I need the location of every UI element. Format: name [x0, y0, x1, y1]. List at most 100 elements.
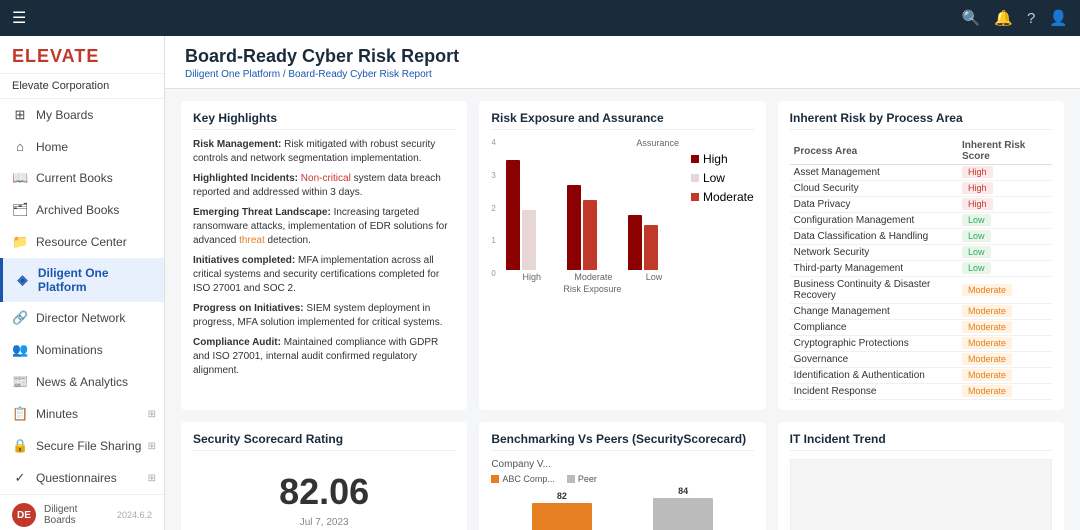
director-network-icon: 🔗	[12, 310, 28, 326]
main-layout: ELEVATE Elevate Corporation ⊞ My Boards …	[0, 36, 1080, 530]
risk-exposure-title: Risk Exposure and Assurance	[491, 111, 753, 130]
bar-high-low	[522, 210, 536, 270]
legend-dot-high	[691, 155, 699, 163]
risk-score-cell: High	[958, 197, 1052, 213]
sidebar-label-director-network: Director Network	[36, 311, 125, 325]
legend-company-label: ABC Comp...	[502, 474, 555, 484]
assurance-label: Assurance	[506, 138, 679, 148]
sidebar-item-minutes[interactable]: 📋 Minutes ⊞	[0, 398, 164, 430]
search-icon[interactable]: 🔍	[962, 9, 981, 27]
top-navigation: ☰ 🔍 🔔 ? 👤	[0, 0, 1080, 36]
risk-area-cell: Data Privacy	[790, 197, 958, 213]
risk-score-cell: Moderate	[958, 320, 1052, 336]
sidebar-label-resource-center: Resource Center	[36, 235, 127, 249]
risk-area-cell: Change Management	[790, 304, 958, 320]
risk-score-cell: Moderate	[958, 304, 1052, 320]
diligent-one-icon: ◈	[15, 272, 30, 288]
sidebar-bottom: DE Diligent Boards 2024.6.2	[0, 494, 164, 530]
x-label-high: High	[522, 272, 541, 282]
sidebar-item-current-books[interactable]: 📖 Current Books	[0, 162, 164, 194]
help-icon[interactable]: ?	[1027, 10, 1035, 27]
risk-area-cell: Network Security	[790, 245, 958, 261]
sidebar-label-questionnaires: Questionnaires	[36, 471, 117, 485]
risk-score-cell: Low	[958, 261, 1052, 277]
risk-score-cell: Low	[958, 245, 1052, 261]
bar-high-high	[506, 160, 520, 270]
chart-bars-area: Assurance	[506, 138, 679, 294]
top-nav-right: 🔍 🔔 ? 👤	[962, 9, 1068, 27]
sidebar-item-news-analytics[interactable]: 📰 News & Analytics	[0, 366, 164, 398]
scorecard-value: 82.06	[193, 471, 455, 513]
sidebar-item-archived-books[interactable]: 🗂 Archived Books	[0, 194, 164, 226]
sidebar-bottom-label: Diligent Boards	[44, 504, 77, 526]
bar-low-mod	[644, 225, 658, 270]
risk-table-row: Data Classification & HandlingLow	[790, 229, 1052, 245]
benchmarking-title: Benchmarking Vs Peers (SecurityScorecard…	[491, 432, 753, 451]
highlight-1: Risk Management: Risk mitigated with rob…	[193, 138, 455, 166]
sidebar-label-minutes: Minutes	[36, 407, 78, 421]
bench-bars-container: 82 84	[491, 488, 753, 530]
risk-table-row: Data PrivacyHigh	[790, 197, 1052, 213]
legend-label-high: High	[703, 152, 728, 166]
sidebar-item-resource-center[interactable]: 📁 Resource Center	[0, 226, 164, 258]
risk-score-cell: Moderate	[958, 352, 1052, 368]
chart-group-low	[628, 215, 679, 270]
risk-table-row: Cloud SecurityHigh	[790, 181, 1052, 197]
legend-label-moderate: Moderate	[703, 190, 754, 204]
bench-group-peer: 84	[633, 486, 734, 530]
sidebar-label-current-books: Current Books	[36, 171, 113, 185]
risk-score-cell: Moderate	[958, 384, 1052, 400]
risk-area-cell: Data Classification & Handling	[790, 229, 958, 245]
risk-area-cell: Cryptographic Protections	[790, 336, 958, 352]
risk-table-row: Asset ManagementHigh	[790, 165, 1052, 181]
bar-mod-high	[567, 185, 581, 270]
report-body: Key Highlights Risk Management: Risk mit…	[165, 89, 1080, 530]
sidebar-label-news-analytics: News & Analytics	[36, 375, 128, 389]
minutes-icon: 📋	[12, 406, 28, 422]
x-axis-label: Risk Exposure	[506, 284, 679, 294]
benchmarking-card: Benchmarking Vs Peers (SecurityScorecard…	[479, 422, 765, 530]
bench-val-company: 82	[557, 491, 567, 501]
sidebar-version: 2024.6.2	[117, 510, 152, 520]
chart-groups	[506, 150, 679, 270]
risk-area-cell: Identification & Authentication	[790, 368, 958, 384]
risk-area-cell: Configuration Management	[790, 213, 958, 229]
bench-group-company: 82	[511, 491, 612, 530]
sidebar-item-questionnaires[interactable]: ✓ Questionnaires ⊞	[0, 462, 164, 494]
sidebar-label-home: Home	[36, 140, 68, 154]
sidebar-item-director-network[interactable]: 🔗 Director Network	[0, 302, 164, 334]
legend-company-dot	[491, 475, 499, 483]
user-icon[interactable]: 👤	[1049, 9, 1068, 27]
risk-area-cell: Asset Management	[790, 165, 958, 181]
legend-peer: Peer	[567, 474, 597, 484]
sidebar-label-nominations: Nominations	[36, 343, 103, 357]
sidebar-item-secure-file-sharing[interactable]: 🔒 Secure File Sharing ⊞	[0, 430, 164, 462]
sidebar-label-my-boards: My Boards	[36, 108, 93, 122]
current-books-icon: 📖	[12, 170, 28, 186]
risk-score-cell: Low	[958, 213, 1052, 229]
sidebar-item-nominations[interactable]: 👥 Nominations	[0, 334, 164, 366]
risk-chart-container: 4 3 2 1 0 Assurance	[491, 138, 753, 294]
top-nav-left: ☰	[12, 8, 26, 28]
hamburger-menu[interactable]: ☰	[12, 8, 26, 28]
benchmarking-legend: ABC Comp... Peer	[491, 474, 753, 484]
highlight-6: Compliance Audit: Maintained compliance …	[193, 336, 455, 378]
notification-icon[interactable]: 🔔	[994, 9, 1013, 27]
main-content: Board-Ready Cyber Risk Report Diligent O…	[165, 36, 1080, 530]
sidebar-label-diligent-one: Diligent One Platform	[38, 266, 152, 294]
scorecard-card: Security Scorecard Rating 82.06 Jul 7, 2…	[181, 422, 467, 530]
col-process-area: Process Area	[790, 138, 958, 165]
sidebar-item-home[interactable]: ⌂ Home	[0, 131, 164, 162]
risk-area-cell: Incident Response	[790, 384, 958, 400]
questionnaires-icon: ✓	[12, 470, 28, 486]
chart-y-axis: 4 3 2 1 0	[491, 138, 495, 278]
logo-text: ELEVATE	[12, 46, 152, 67]
sidebar-item-my-boards[interactable]: ⊞ My Boards	[0, 99, 164, 131]
breadcrumb-link-1[interactable]: Diligent One Platform	[185, 69, 280, 80]
key-highlights-title: Key Highlights	[193, 111, 455, 130]
risk-table-row: ComplianceModerate	[790, 320, 1052, 336]
sidebar-item-diligent-one[interactable]: ◈ Diligent One Platform	[0, 258, 164, 302]
nominations-icon: 👥	[12, 342, 28, 358]
it-trend-title: IT Incident Trend	[790, 432, 1052, 451]
legend-dot-low	[691, 174, 699, 182]
